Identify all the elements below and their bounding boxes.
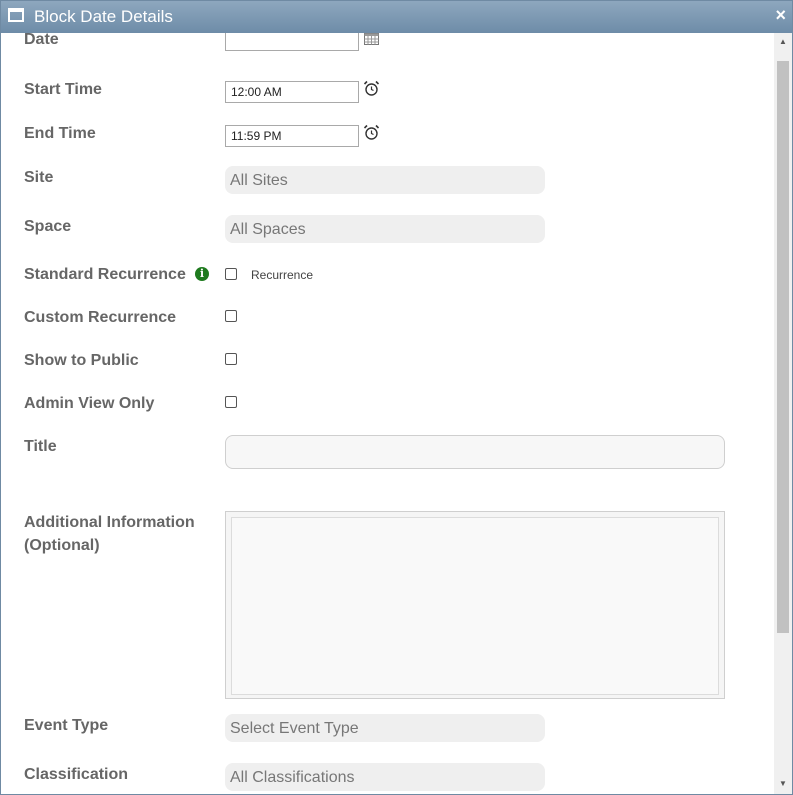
scroll-thumb[interactable] xyxy=(777,61,789,633)
recurrence-checkbox[interactable] xyxy=(225,268,237,280)
end-time-label: End Time xyxy=(24,125,96,142)
date-input[interactable] xyxy=(225,33,359,51)
custom-recurrence-label: Custom Recurrence xyxy=(24,309,177,326)
title-input[interactable] xyxy=(225,435,725,469)
classification-select[interactable]: All Classifications xyxy=(225,763,545,791)
show-to-public-label: Show to Public xyxy=(24,352,139,369)
show-to-public-checkbox[interactable] xyxy=(225,353,237,365)
info-icon[interactable]: i xyxy=(195,267,209,281)
scroll-up-icon[interactable]: ▲ xyxy=(779,37,787,46)
event-type-select[interactable]: Select Event Type xyxy=(225,714,545,742)
block-date-dialog: Block Date Details × Date Start Time 12:… xyxy=(0,0,793,795)
calendar-icon[interactable] xyxy=(364,33,379,45)
event-type-label: Event Type xyxy=(24,717,109,734)
additional-info-frame xyxy=(225,511,725,699)
alarm-clock-icon[interactable] xyxy=(363,124,380,141)
title-bar[interactable]: Block Date Details × xyxy=(1,1,792,33)
admin-view-only-label: Admin View Only xyxy=(24,395,155,412)
close-icon[interactable]: × xyxy=(775,5,786,26)
admin-view-only-checkbox[interactable] xyxy=(225,396,237,408)
recurrence-checkbox-label: Recurrence xyxy=(251,268,314,282)
start-time-label: Start Time xyxy=(24,81,102,98)
custom-recurrence-checkbox[interactable] xyxy=(225,310,237,322)
scroll-down-icon[interactable]: ▼ xyxy=(779,779,787,788)
classification-label: Classification xyxy=(24,766,129,783)
window-icon xyxy=(8,8,24,22)
additional-info-label-line2: (Optional) xyxy=(24,537,100,554)
form-content: Date Start Time 12:00 AM End Time 11:59 … xyxy=(1,33,774,794)
dialog-title: Block Date Details xyxy=(34,7,173,26)
end-time-input[interactable]: 11:59 PM xyxy=(225,125,359,147)
date-label: Date xyxy=(24,33,59,48)
additional-info-textarea[interactable] xyxy=(231,517,719,695)
start-time-input[interactable]: 12:00 AM xyxy=(225,81,359,103)
standard-recurrence-label: Standard Recurrence xyxy=(24,266,186,283)
space-select[interactable]: All Spaces xyxy=(225,215,545,243)
vertical-scrollbar[interactable]: ▲ ▼ xyxy=(774,33,792,794)
title-label: Title xyxy=(24,438,57,455)
space-label: Space xyxy=(24,218,72,235)
site-select[interactable]: All Sites xyxy=(225,166,545,194)
additional-info-label-line1: Additional Information xyxy=(24,514,195,531)
alarm-clock-icon[interactable] xyxy=(363,80,380,97)
site-label: Site xyxy=(24,169,54,186)
